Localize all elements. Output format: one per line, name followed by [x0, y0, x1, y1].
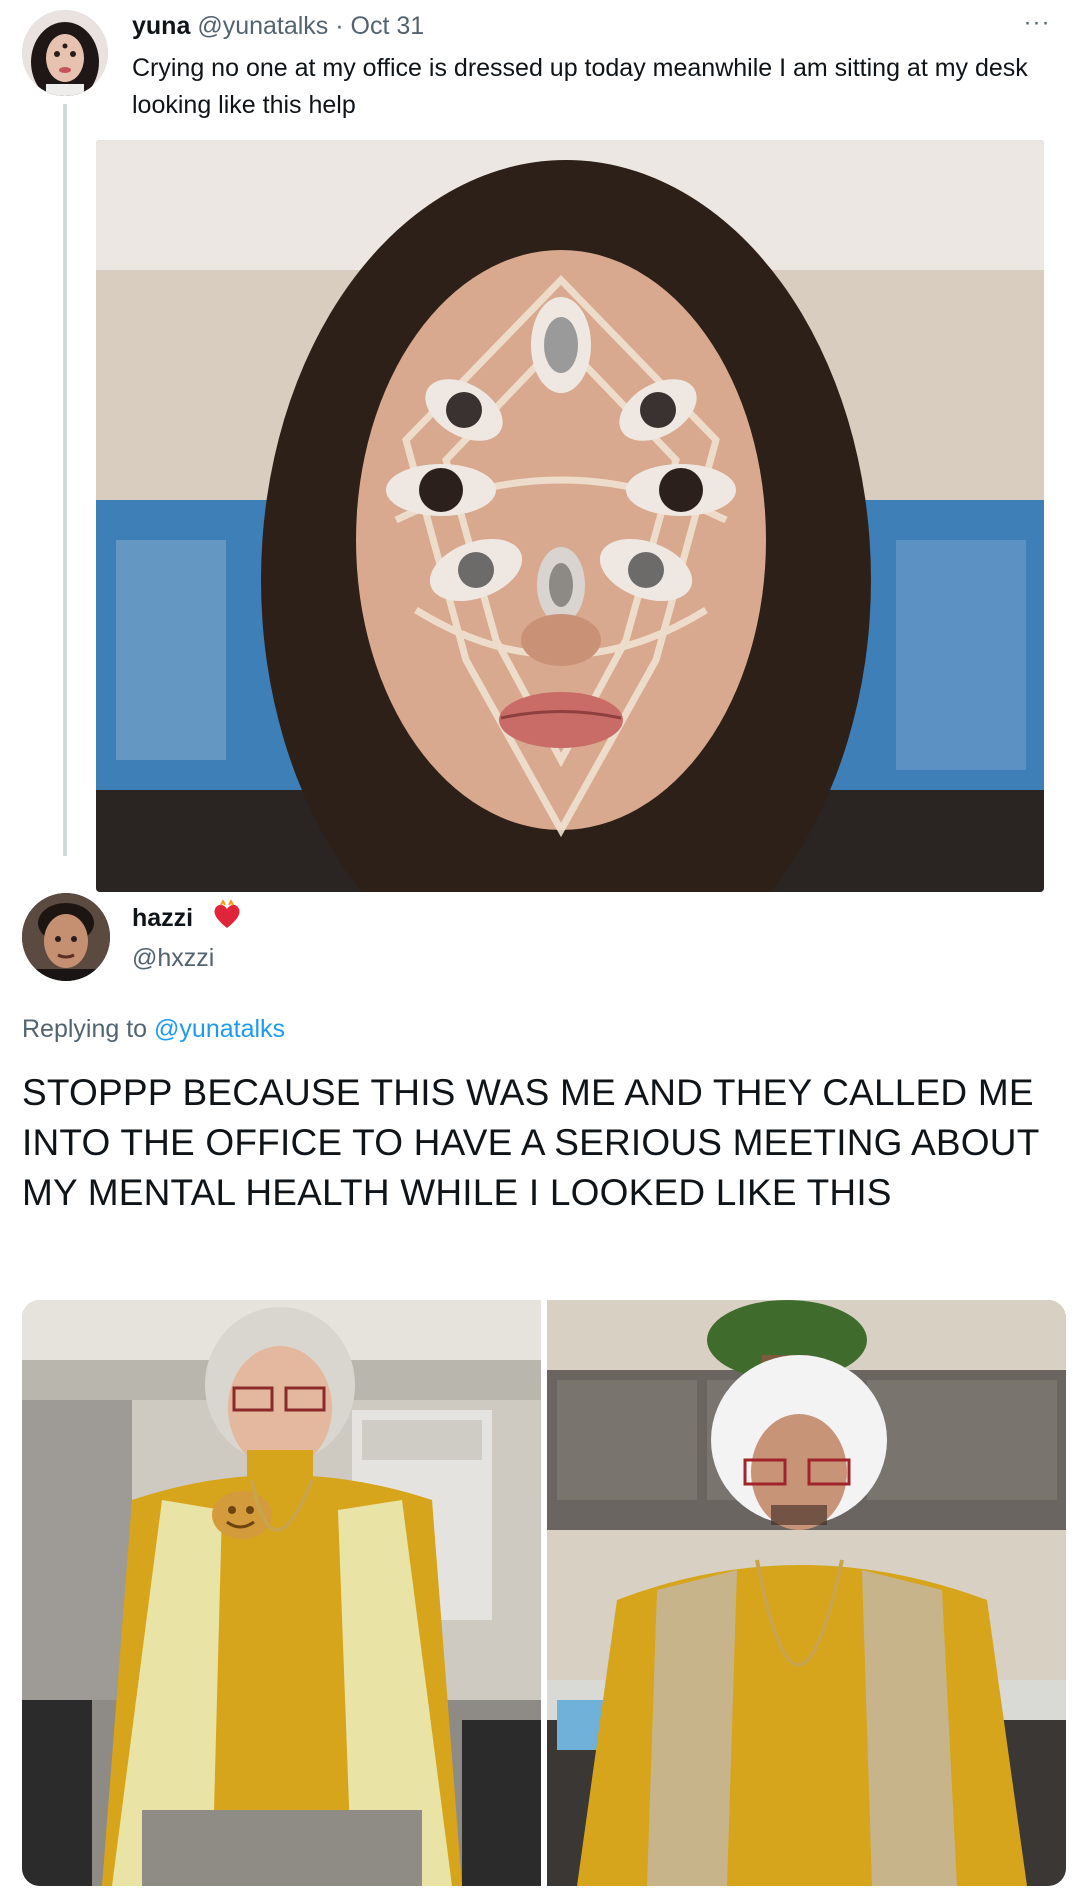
yuna-avatar[interactable] — [22, 10, 108, 96]
tweet1-text: Crying no one at my office is dressed up… — [132, 54, 1028, 119]
tweet1-header: yuna @yunatalks · Oct 31 — [132, 10, 424, 42]
red-heart-emoji-icon — [211, 900, 243, 932]
tweet2-photo-right[interactable] — [547, 1300, 1066, 1886]
tweet2-text: STOPPP BECAUSE THIS WAS ME AND THEY CALL… — [22, 1072, 1039, 1213]
tweet-thread: yuna @yunatalks · Oct 31 ··· Crying no o… — [0, 0, 1080, 1902]
hazzi-avatar[interactable] — [22, 893, 110, 981]
tweet2-handle[interactable]: @hxzzi — [132, 942, 214, 974]
tweet1-display-name[interactable]: yuna — [132, 12, 190, 40]
tweet1-date[interactable]: Oct 31 — [351, 12, 425, 40]
tweet2-media-grid — [22, 1300, 1066, 1886]
tweet1-separator: · — [335, 12, 344, 40]
replying-to-mention-link[interactable]: @yunatalks — [154, 1015, 285, 1043]
thread-connector-line — [63, 104, 67, 856]
replying-to-line: Replying to @yunatalks — [22, 1012, 285, 1046]
tweet1-handle[interactable]: @yunatalks — [197, 12, 328, 40]
tweet1-photo[interactable] — [96, 140, 1044, 892]
replying-to-prefix: Replying to — [22, 1015, 148, 1043]
more-horizontal-icon[interactable]: ··· — [1012, 8, 1062, 38]
tweet2-display-name[interactable]: hazzi — [132, 902, 193, 934]
tweet2-photo-left[interactable] — [22, 1300, 541, 1886]
